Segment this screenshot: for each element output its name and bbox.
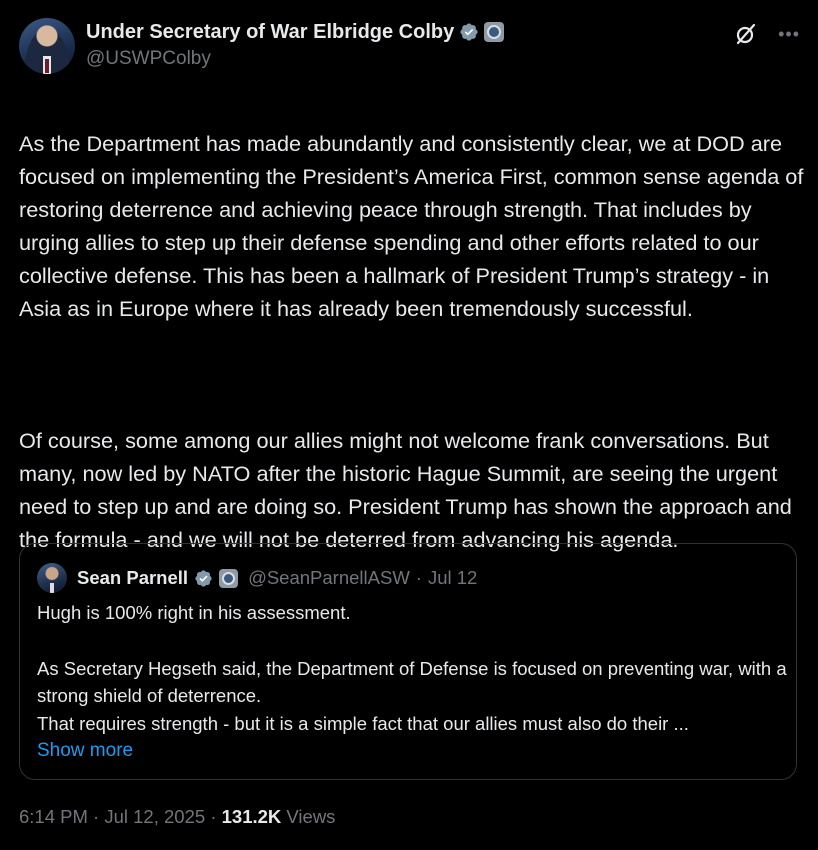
author-handle[interactable]: @USWPColby <box>86 48 504 70</box>
more-icon[interactable]: ••• <box>778 25 800 43</box>
meta-separator: · <box>93 806 100 827</box>
meta-separator: · <box>210 806 217 827</box>
verified-badge-icon[interactable] <box>459 22 479 42</box>
government-badge-icon[interactable] <box>484 22 505 42</box>
quoted-line: That requires strength - but it is a sim… <box>37 712 689 734</box>
meta-separator: · <box>415 567 422 588</box>
post-date[interactable]: Jul 12, 2025 <box>104 806 205 827</box>
quoted-post-header: Sean Parnell @SeanParnellASW · Jul 12 <box>37 563 477 593</box>
post-time[interactable]: 6:14 PM <box>19 806 88 827</box>
views-label: Views <box>286 806 336 827</box>
post-paragraph: As the Department has made abundantly an… <box>19 131 804 321</box>
author-avatar[interactable] <box>19 18 75 74</box>
quoted-author-handle: @SeanParnellASW <box>248 567 410 588</box>
post-paragraph: Of course, some among our allies might n… <box>19 428 792 552</box>
author-display-name[interactable]: Under Secretary of War Elbridge Colby <box>86 21 454 44</box>
quoted-author-name: Sean Parnell <box>77 567 189 588</box>
quoted-post[interactable]: Sean Parnell @SeanParnellASW · Jul 12 Hu… <box>19 543 797 780</box>
quoted-line: Hugh is 100% right in his assessment. <box>37 602 351 623</box>
author-names: Under Secretary of War Elbridge Colby @U… <box>86 20 505 70</box>
show-more-link[interactable]: Show more <box>37 737 787 765</box>
quoted-line: As Secretary Hegseth said, the Departmen… <box>37 657 787 707</box>
post-text: As the Department has made abundantly an… <box>19 94 804 589</box>
views-count: 131.2K <box>221 806 282 827</box>
grok-icon[interactable] <box>734 22 758 46</box>
quoted-post-date: Jul 12 <box>427 567 478 588</box>
verified-badge-icon <box>195 569 212 587</box>
government-badge-icon <box>219 568 239 588</box>
post-header: Under Secretary of War Elbridge Colby @U… <box>19 16 800 76</box>
post-footer: 6:14 PM · Jul 12, 2025 · 131.2K Views <box>19 806 335 828</box>
quoted-author-avatar <box>37 563 67 593</box>
top-actions: ••• <box>734 22 800 46</box>
quoted-post-text: Hugh is 100% right in his assessment. As… <box>37 599 787 765</box>
